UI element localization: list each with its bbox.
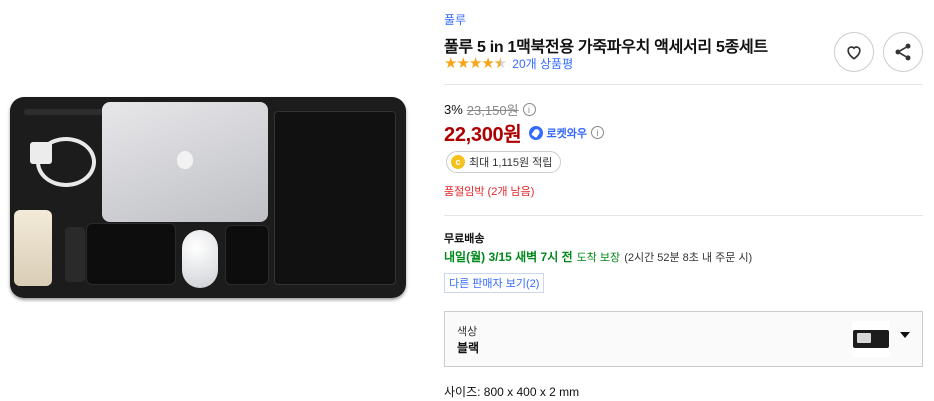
order-countdown: (2시간 52분 8초 내 주문 시) — [624, 252, 753, 264]
star-rating: ★ ★ ★ ★ ★ — [444, 55, 508, 72]
brand-link[interactable]: 풀루 — [444, 11, 466, 28]
rocket-wow-label: 로켓와우 — [546, 127, 587, 140]
thumbnail-image — [853, 330, 889, 348]
sleeve-illustration — [274, 111, 396, 285]
original-price: 23,150원 — [466, 103, 519, 118]
heart-icon — [847, 46, 861, 60]
review-count-link[interactable]: 20개 상품평 — [512, 55, 573, 72]
wishlist-button[interactable] — [834, 32, 874, 72]
rocket-icon — [529, 125, 544, 140]
star-icon: ★ — [468, 55, 483, 72]
mouse-illustration — [182, 230, 218, 288]
product-image[interactable] — [10, 97, 406, 298]
share-icon — [895, 43, 911, 61]
option-value: 블랙 — [457, 341, 480, 355]
coin-icon: c — [451, 155, 465, 169]
star-icon: ★ — [444, 55, 458, 72]
discount-rate: 3% — [444, 102, 463, 117]
apple-logo-icon — [177, 151, 193, 169]
star-icon: ★ — [456, 55, 470, 72]
color-option-select[interactable]: 색상 블랙 — [444, 311, 923, 367]
delivery-info: 내일(월) 3/15 새벽 7시 전 도착 보장 (2시간 52분 8초 내 주… — [444, 248, 752, 265]
charger-illustration — [30, 142, 52, 164]
original-price-row: 3% 23,150원 i — [444, 100, 536, 119]
divider — [444, 84, 923, 85]
case-illustration — [225, 225, 269, 285]
share-button[interactable] — [883, 32, 923, 72]
delivery-guarantee: 도착 보장 — [576, 252, 621, 264]
delivery-date: 내일(월) 3/15 새벽 7시 전 — [444, 250, 573, 264]
product-title: 풀루 5 in 1맥북전용 가죽파우치 액세서리 5종세트 — [444, 39, 768, 56]
option-thumbnail — [852, 321, 890, 357]
sale-price-row: 22,300원 로켓와우 i — [444, 118, 604, 147]
info-icon[interactable]: i — [590, 126, 604, 139]
pen-illustration — [24, 109, 104, 115]
star-icon: ★ — [481, 55, 495, 72]
rocket-wow-badge: 로켓와우 — [529, 125, 587, 141]
half-star-icon: ★ — [493, 55, 508, 72]
rating-row: ★ ★ ★ ★ ★ 20개 상품평 — [444, 55, 573, 72]
divider — [444, 215, 923, 216]
option-label: 색상 — [457, 326, 478, 338]
free-shipping-label: 무료배송 — [444, 233, 485, 245]
size-spec: 사이즈: 800 x 400 x 2 mm — [444, 385, 580, 399]
sale-price: 22,300원 — [444, 124, 522, 146]
cash-reward-badge: c 최대 1,115원 적립 — [446, 151, 562, 173]
desk-mat-illustration — [10, 97, 406, 298]
earbuds-illustration — [65, 227, 85, 282]
chevron-down-icon — [900, 332, 910, 338]
cash-reward-text: 최대 1,115원 적립 — [469, 157, 553, 169]
phone-illustration — [14, 210, 52, 286]
other-sellers-button[interactable]: 다른 판매자 보기(2) — [444, 273, 545, 293]
stock-warning: 품절임박 (2개 남음) — [444, 186, 535, 198]
pouch-illustration — [86, 223, 176, 285]
info-icon[interactable]: i — [522, 103, 536, 116]
